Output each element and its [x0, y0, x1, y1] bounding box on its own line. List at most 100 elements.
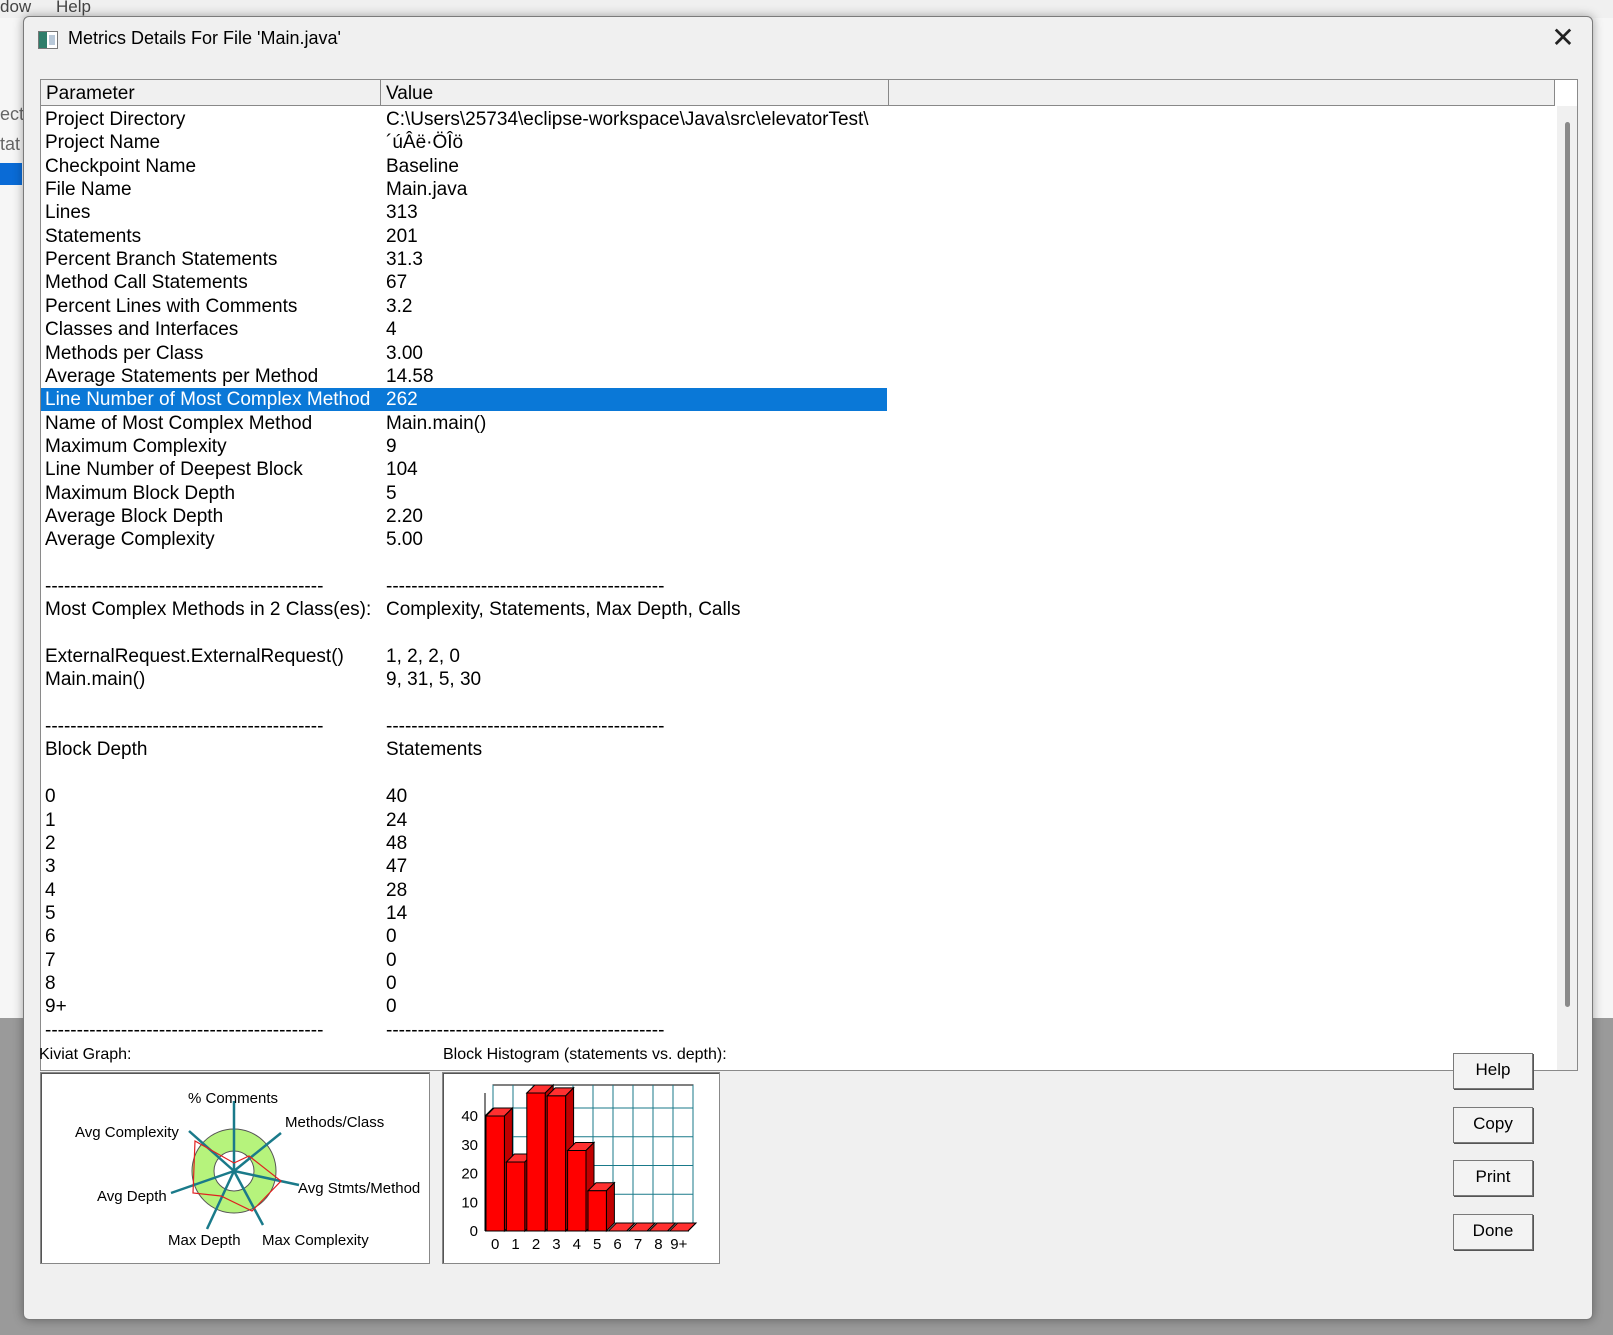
- table-row[interactable]: Classes and Interfaces 4: [41, 318, 887, 341]
- value-cell: 0: [386, 949, 397, 971]
- column-header-empty: [889, 80, 1555, 106]
- parameter-cell: Checkpoint Name: [45, 155, 197, 177]
- table-row[interactable]: Average Statements per Method 14.58: [41, 365, 887, 388]
- parameter-cell: 0: [45, 786, 56, 808]
- table-row[interactable]: ----------------------------------------…: [41, 1019, 887, 1042]
- help-button[interactable]: Help: [1453, 1053, 1533, 1089]
- histogram-bar: [567, 1150, 587, 1232]
- side-label-1: ect: [0, 104, 25, 124]
- close-icon[interactable]: ✕: [1548, 23, 1578, 53]
- menu-window[interactable]: dow: [0, 0, 31, 17]
- table-row[interactable]: Method Call Statements 67: [41, 271, 887, 294]
- table-row[interactable]: [41, 762, 887, 785]
- parameter-cell: File Name: [45, 179, 132, 201]
- table-row[interactable]: 9+ 0: [41, 995, 887, 1018]
- background-side-panel: ect tat: [0, 18, 25, 1018]
- table-row[interactable]: [41, 552, 887, 575]
- table-row[interactable]: Line Number of Most Complex Method 262: [41, 388, 887, 412]
- value-cell: 0: [386, 926, 397, 948]
- histogram-ytick-label: 20: [461, 1166, 478, 1183]
- parameter-cell: Average Block Depth: [45, 505, 224, 527]
- table-row[interactable]: [41, 622, 887, 645]
- value-cell: Main.main(): [386, 412, 487, 434]
- value-cell: 1, 2, 2, 0: [386, 646, 460, 668]
- table-row[interactable]: Most Complex Methods in 2 Class(es): Comp…: [41, 598, 887, 621]
- histogram-xtick-label: 9+: [670, 1236, 687, 1253]
- parameter-cell: 3: [45, 856, 56, 878]
- histogram-xtick-label: 1: [511, 1236, 519, 1253]
- table-row[interactable]: Checkpoint Name Baseline: [41, 155, 887, 178]
- print-button[interactable]: Print: [1453, 1160, 1533, 1196]
- table-row[interactable]: Methods per Class 3.00: [41, 342, 887, 365]
- table-row[interactable]: Block Depth Statements: [41, 738, 887, 761]
- histogram-bar: [526, 1092, 546, 1232]
- metrics-table[interactable]: Parameter Value Project Directory C:\User…: [40, 79, 1578, 1071]
- table-row[interactable]: 60: [41, 925, 887, 948]
- parameter-cell: Percent Lines with Comments: [45, 295, 298, 317]
- table-row[interactable]: Project Directory C:\Users\25734\eclipse-…: [41, 108, 887, 131]
- parameter-cell: 8: [45, 972, 56, 994]
- table-row[interactable]: Name of Most Complex Method Main.main(): [41, 412, 887, 435]
- table-row[interactable]: 80: [41, 972, 887, 995]
- value-cell: Baseline: [386, 155, 459, 177]
- kiviat-axis-avg-complexity: Avg Complexity: [75, 1124, 179, 1141]
- table-row[interactable]: 5 14: [41, 902, 887, 925]
- kiviat-label: Kiviat Graph:: [39, 1046, 132, 1063]
- table-row[interactable]: 4 28: [41, 879, 887, 902]
- histogram-ytick-label: 0: [470, 1223, 478, 1240]
- parameter-cell: Main.main(): [45, 669, 146, 691]
- table-row[interactable]: ExternalRequest.ExternalRequest() 1, 2, 2…: [41, 645, 887, 668]
- table-row[interactable]: Line Number of Deepest Block 104: [41, 458, 887, 481]
- side-label-2: tat: [0, 134, 21, 154]
- table-row[interactable]: Maximum Block Depth 5: [41, 482, 887, 505]
- scrollbar-thumb[interactable]: [1565, 122, 1570, 1007]
- table-row[interactable]: 0 40: [41, 785, 887, 808]
- table-row[interactable]: 70: [41, 949, 887, 972]
- value-cell: 67: [386, 272, 408, 294]
- table-row[interactable]: Average Complexity 5.00: [41, 528, 887, 551]
- parameter-cell: 7: [45, 949, 56, 971]
- table-row[interactable]: Statements 201: [41, 225, 887, 248]
- vertical-scrollbar[interactable]: [1557, 106, 1577, 1070]
- histogram-xtick-label: 0: [491, 1236, 499, 1253]
- kiviat-axis-methods-class: Methods/Class: [285, 1114, 384, 1131]
- value-cell: ´úÂë·ÖÎö: [386, 132, 464, 154]
- table-row[interactable]: 3 47: [41, 855, 887, 878]
- parameter-cell: Maximum Block Depth: [45, 482, 236, 504]
- table-row[interactable]: [41, 692, 887, 715]
- title-bar[interactable]: Metrics Details For File 'Main.java' ✕: [24, 17, 1592, 61]
- column-header-parameter[interactable]: Parameter: [41, 80, 381, 106]
- value-cell: 40: [386, 786, 408, 808]
- kiviat-axis-avg-stmts: Avg Stmts/Method: [298, 1180, 420, 1197]
- parameter-cell: Project Name: [45, 132, 161, 154]
- kiviat-graph: % Comments Methods/Class Avg Stmts/Metho…: [40, 1072, 430, 1264]
- table-row[interactable]: Average Block Depth 2.20: [41, 505, 887, 528]
- side-selected-item[interactable]: [0, 163, 22, 185]
- column-header-value[interactable]: Value: [381, 80, 889, 106]
- parameter-cell: 4: [45, 879, 56, 901]
- table-row[interactable]: Percent Lines with Comments 3.2: [41, 295, 887, 318]
- table-row[interactable]: Percent Branch Statements 31.3: [41, 248, 887, 271]
- parameter-cell: Maximum Complexity: [45, 435, 227, 457]
- table-row[interactable]: Maximum Complexity 9: [41, 435, 887, 458]
- menu-help[interactable]: Help: [56, 0, 91, 17]
- histogram-xtick-label: 3: [552, 1236, 560, 1253]
- parameter-cell: 5: [45, 902, 56, 924]
- parameter-cell: ExternalRequest.ExternalRequest(): [45, 646, 344, 668]
- done-button[interactable]: Done: [1453, 1214, 1533, 1250]
- table-row[interactable]: ----------------------------------------…: [41, 715, 887, 738]
- histogram-label: Block Histogram (statements vs. depth):: [443, 1046, 727, 1063]
- parameter-cell: ----------------------------------------…: [45, 576, 324, 597]
- table-row[interactable]: 1 24: [41, 809, 887, 832]
- parameter-cell: Block Depth: [45, 739, 148, 761]
- table-row[interactable]: Main.main() 9, 31, 5, 30: [41, 668, 887, 691]
- table-row[interactable]: ----------------------------------------…: [41, 575, 887, 598]
- kiviat-svg: % Comments Methods/Class Avg Stmts/Metho…: [75, 1090, 420, 1249]
- value-cell: Main.java: [386, 179, 468, 201]
- copy-button[interactable]: Copy: [1453, 1107, 1533, 1143]
- table-row[interactable]: 2 48: [41, 832, 887, 855]
- table-row[interactable]: File Name Main.java: [41, 178, 887, 201]
- table-row[interactable]: Project Name ´úÂë·ÖÎö: [41, 131, 887, 154]
- histogram-ytick-label: 10: [461, 1194, 478, 1211]
- table-row[interactable]: Lines 313: [41, 201, 887, 224]
